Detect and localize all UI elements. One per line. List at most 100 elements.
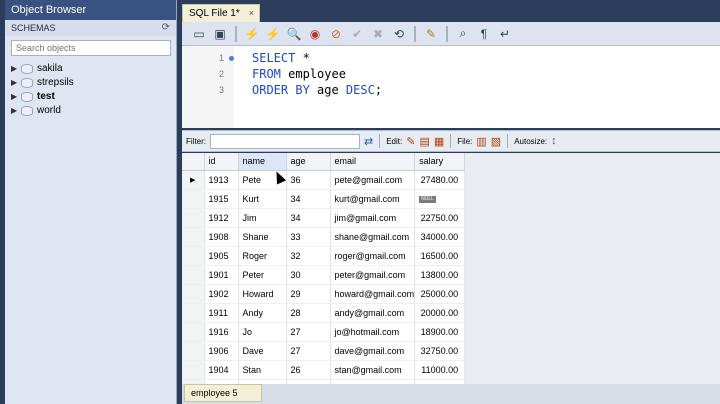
expand-arrow-icon[interactable]: ▶ — [11, 104, 21, 118]
cell-salary[interactable]: 16500.00 — [414, 246, 466, 266]
cell-email[interactable]: pete@gmail.com — [330, 170, 416, 190]
cell-age[interactable]: 33 — [286, 227, 331, 247]
table-row[interactable]: 1916 Jo 27 jo@hotmail.com 18900.00 — [182, 322, 466, 342]
row-header[interactable] — [182, 341, 205, 361]
column-header-salary[interactable]: salary — [414, 153, 466, 171]
find-icon[interactable]: ⌕ — [454, 25, 472, 43]
edit-row-icon[interactable]: ✎ — [406, 135, 415, 148]
cell-salary[interactable]: 25000.00 — [414, 284, 466, 304]
wrap-icon[interactable]: ↵ — [496, 25, 514, 43]
cell-email[interactable]: howard@gmail.com — [330, 284, 416, 304]
row-header[interactable] — [182, 265, 205, 285]
table-row[interactable]: 1904 Stan 26 stan@gmail.com 11000.00 — [182, 360, 466, 380]
filter-input[interactable] — [210, 133, 360, 149]
cell-name[interactable]: Roger — [238, 246, 287, 266]
stop-icon[interactable]: ◉ — [306, 25, 324, 43]
cell-name[interactable]: Jo — [238, 322, 287, 342]
expand-arrow-icon[interactable]: ▶ — [11, 90, 21, 104]
cell-name[interactable]: Peter — [238, 265, 287, 285]
cell-age[interactable]: 29 — [286, 284, 331, 304]
code-line[interactable]: 2 FROM employee — [182, 66, 720, 82]
cell-age[interactable]: 28 — [286, 303, 331, 323]
schema-item[interactable]: ▶ world — [5, 104, 176, 118]
table-row[interactable]: 1911 Andy 28 andy@gmail.com 20000.00 — [182, 303, 466, 323]
toggle-continue-icon[interactable]: ⊘ — [327, 25, 345, 43]
import-icon[interactable]: ▧ — [491, 135, 501, 148]
cell-age[interactable]: 27 — [286, 341, 331, 361]
explain-icon[interactable]: 🔍 — [285, 25, 303, 43]
cell-id[interactable]: 1912 — [204, 208, 239, 228]
beautify-icon[interactable]: ✎ — [422, 25, 440, 43]
add-row-icon[interactable]: ▤ — [419, 135, 429, 148]
close-icon[interactable]: × — [249, 5, 254, 22]
row-header[interactable] — [182, 303, 205, 323]
refresh-results-icon[interactable]: ⇄ — [364, 135, 373, 148]
cell-age[interactable]: 36 — [286, 170, 331, 190]
cell-name[interactable]: Dave — [238, 341, 287, 361]
cell-id[interactable]: 1906 — [204, 341, 239, 361]
table-row[interactable]: 1906 Dave 27 dave@gmail.com 32750.00 — [182, 341, 466, 361]
execute-icon[interactable]: ⚡ — [243, 25, 261, 43]
cell-id[interactable]: 1905 — [204, 246, 239, 266]
search-objects-input[interactable] — [11, 40, 171, 56]
cell-id[interactable]: 1908 — [204, 227, 239, 247]
cell-salary[interactable]: 34000.00 — [414, 227, 466, 247]
cell-age[interactable]: 30 — [286, 265, 331, 285]
cell-salary[interactable]: 11000.00 — [414, 360, 466, 380]
table-row[interactable]: 1902 Howard 29 howard@gmail.com 25000.00 — [182, 284, 466, 304]
cell-age[interactable]: 34 — [286, 189, 331, 209]
save-icon[interactable]: ▣ — [211, 25, 229, 43]
expand-arrow-icon[interactable]: ▶ — [11, 76, 21, 90]
row-header[interactable] — [182, 284, 205, 304]
execute-current-icon[interactable]: ⚡ — [264, 25, 282, 43]
cell-name[interactable]: Howard — [238, 284, 287, 304]
code-line[interactable]: 1 SELECT * — [182, 50, 720, 66]
cell-email[interactable]: dave@gmail.com — [330, 341, 416, 361]
rollback-icon[interactable]: ✖ — [369, 25, 387, 43]
cell-id[interactable]: 1916 — [204, 322, 239, 342]
cell-email[interactable]: andy@gmail.com — [330, 303, 416, 323]
cell-salary[interactable]: 20000.00 — [414, 303, 466, 323]
row-header[interactable] — [182, 208, 205, 228]
table-row[interactable]: 1915 Kurt 34 kurt@gmail.com NULL — [182, 189, 466, 209]
cell-id[interactable]: 1901 — [204, 265, 239, 285]
schema-item[interactable]: ▶ sakila — [5, 62, 176, 76]
cell-id[interactable]: 1911 — [204, 303, 239, 323]
cell-salary[interactable]: 18900.00 — [414, 322, 466, 342]
autocommit-icon[interactable]: ⟲ — [390, 25, 408, 43]
cell-name[interactable]: Shane — [238, 227, 287, 247]
column-header-id[interactable]: id — [204, 153, 239, 171]
cell-name[interactable]: Stan — [238, 360, 287, 380]
row-header[interactable] — [182, 227, 205, 247]
cell-salary[interactable]: 13800.00 — [414, 265, 466, 285]
cell-email[interactable]: kurt@gmail.com — [330, 189, 416, 209]
commit-icon[interactable]: ✔ — [348, 25, 366, 43]
delete-row-icon[interactable]: ▦ — [434, 135, 444, 148]
cell-email[interactable]: jo@hotmail.com — [330, 322, 416, 342]
cell-age[interactable]: 27 — [286, 322, 331, 342]
column-header-age[interactable]: age — [286, 153, 331, 171]
cell-email[interactable]: jim@gmail.com — [330, 208, 416, 228]
refresh-icon[interactable]: ⟳ — [162, 20, 170, 36]
table-row[interactable]: 1901 Peter 30 peter@gmail.com 13800.00 — [182, 265, 466, 285]
tab-sql-file[interactable]: SQL File 1* × — [182, 4, 260, 22]
cell-salary[interactable]: NULL — [414, 189, 466, 209]
cell-email[interactable]: shane@gmail.com — [330, 227, 416, 247]
row-header[interactable] — [182, 189, 205, 209]
cell-salary[interactable]: 32750.00 — [414, 341, 466, 361]
row-header[interactable] — [182, 360, 205, 380]
cell-salary[interactable]: 27480.00 — [414, 170, 466, 190]
cell-id[interactable]: 1915 — [204, 189, 239, 209]
cell-age[interactable]: 26 — [286, 360, 331, 380]
current-row-marker-icon[interactable]: ▶ — [182, 170, 205, 190]
schema-item[interactable]: ▶ strepsils — [5, 76, 176, 90]
column-header-name[interactable]: name — [238, 153, 287, 171]
cell-email[interactable]: peter@gmail.com — [330, 265, 416, 285]
cell-name[interactable]: Jim — [238, 208, 287, 228]
cell-email[interactable]: stan@gmail.com — [330, 360, 416, 380]
cell-id[interactable]: 1913 — [204, 170, 239, 190]
cell-id[interactable]: 1904 — [204, 360, 239, 380]
row-header[interactable] — [182, 246, 205, 266]
cell-name[interactable]: Andy — [238, 303, 287, 323]
export-icon[interactable]: ▥ — [476, 135, 486, 148]
